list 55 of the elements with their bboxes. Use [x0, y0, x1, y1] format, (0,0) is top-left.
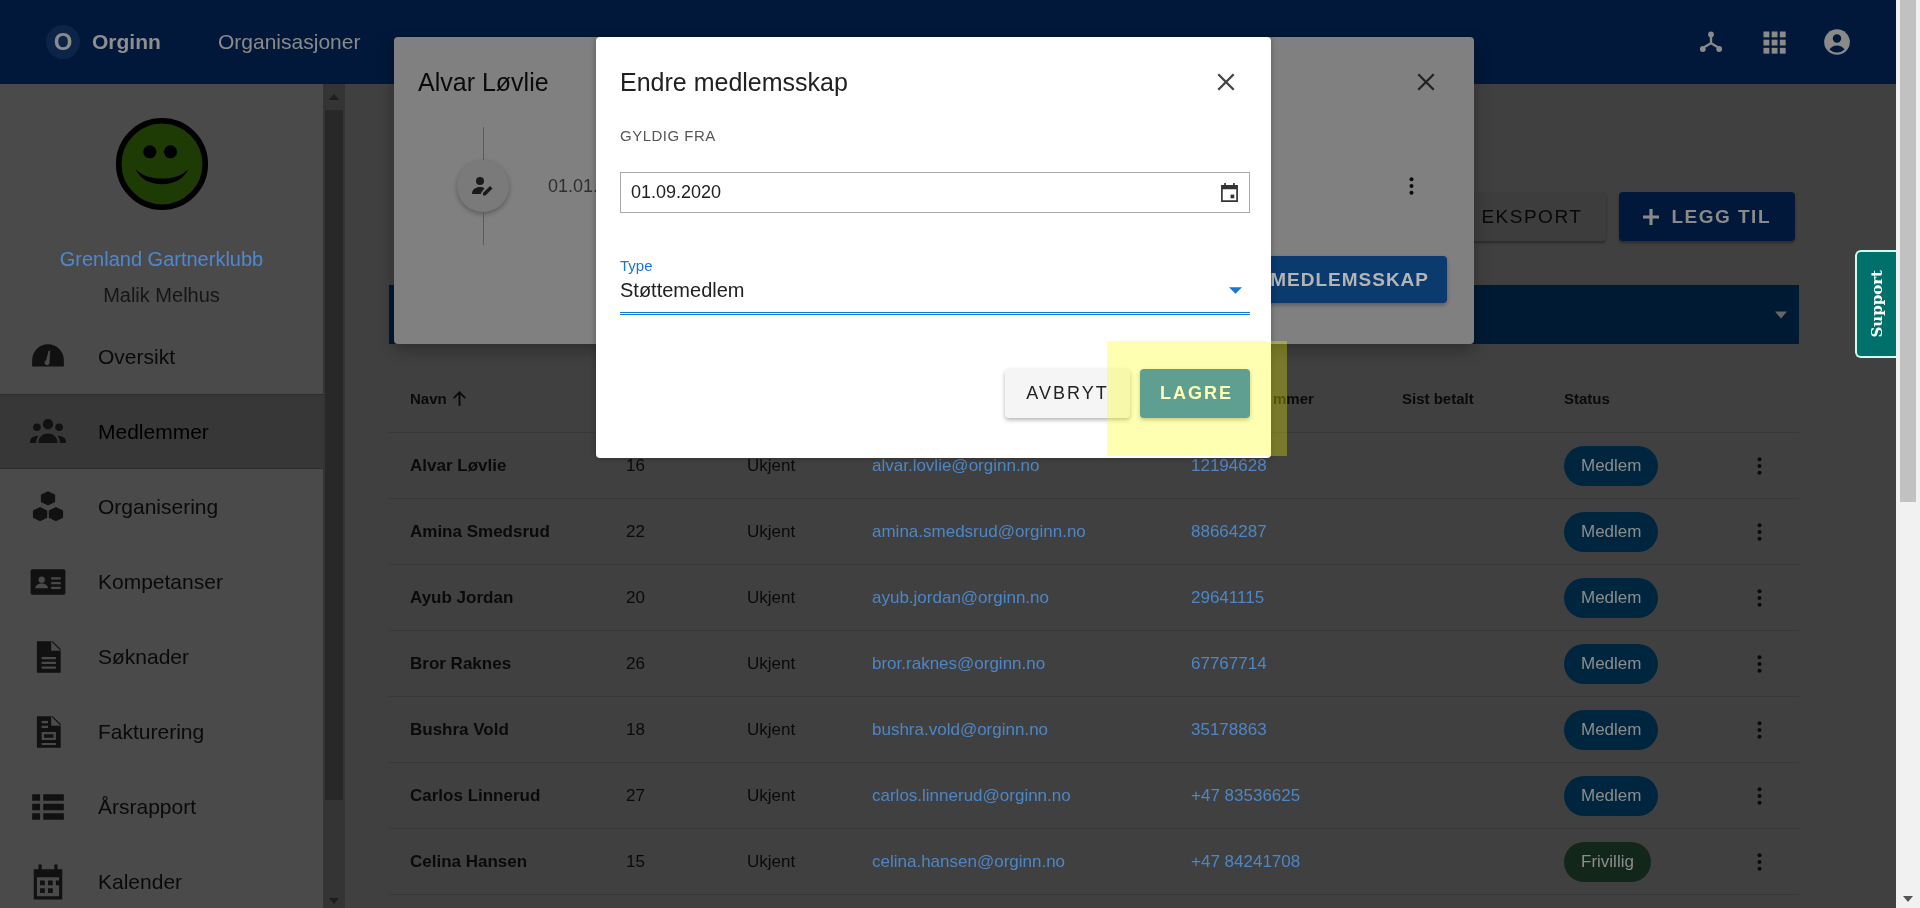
- email-link[interactable]: ayub.jordan@orginn.no: [872, 587, 1049, 608]
- sidebar-item[interactable]: Søknader: [0, 619, 323, 694]
- brand-name: Orginn: [92, 30, 161, 54]
- phone-link[interactable]: +47 83536625: [1191, 785, 1301, 806]
- phone-link[interactable]: +47 84241708: [1191, 851, 1301, 872]
- status-badge: Medlem: [1564, 709, 1659, 750]
- status-badge: Medlem: [1564, 775, 1659, 816]
- email-link[interactable]: bror.raknes@orginn.no: [872, 653, 1046, 674]
- cancel-button[interactable]: AVBRYT: [1005, 369, 1130, 418]
- status-badge: Medlem: [1564, 577, 1659, 618]
- phone-link[interactable]: 35178863: [1191, 719, 1267, 740]
- phone-link[interactable]: 88664287: [1191, 521, 1267, 542]
- sidebar-item[interactable]: Oversikt: [0, 319, 323, 394]
- plus-icon: [1643, 208, 1660, 225]
- dialog-title: Alvar Løvlie: [418, 67, 549, 97]
- type-select[interactable]: Type Støttemedlem: [620, 257, 1250, 315]
- scrollbar[interactable]: [1896, 0, 1920, 908]
- section-label: GYLDIG FRA: [620, 127, 716, 144]
- close-icon[interactable]: [1417, 73, 1435, 91]
- add-button[interactable]: LEGG TIL: [1619, 192, 1795, 241]
- calendar-icon[interactable]: [1220, 183, 1239, 202]
- status-badge: Medlem: [1564, 511, 1659, 552]
- sidebar-item[interactable]: Årsrapport: [0, 769, 323, 844]
- nav-link[interactable]: Organisasjoner: [218, 30, 361, 54]
- account-icon[interactable]: [1823, 28, 1851, 56]
- email-link[interactable]: alvar.lovlie@orginn.no: [872, 455, 1040, 476]
- organization-name[interactable]: Grenland Gartnerklubb: [59, 248, 264, 271]
- sidebar-item[interactable]: Fakturering: [0, 694, 323, 769]
- smiley-icon: [114, 117, 209, 211]
- user-edit-icon: [471, 176, 495, 196]
- sidebar-item[interactable]: Kompetanser: [0, 544, 323, 619]
- email-link[interactable]: celina.hansen@orginn.no: [872, 851, 1066, 872]
- status-badge: Frivillig: [1564, 841, 1651, 882]
- email-link[interactable]: bushra.vold@orginn.no: [872, 719, 1049, 740]
- sidebar-item[interactable]: Kalender: [0, 844, 323, 908]
- scrollbar[interactable]: [323, 84, 345, 908]
- timeline-date: 01.01.: [548, 175, 599, 197]
- phone-link[interactable]: 67767714: [1191, 653, 1267, 674]
- arrow-up-icon: [450, 390, 468, 407]
- close-icon[interactable]: [1217, 73, 1235, 91]
- support-tab[interactable]: Support: [1855, 250, 1896, 358]
- sidebar-item[interactable]: Organisering: [0, 469, 323, 544]
- email-link[interactable]: carlos.linnerud@orginn.no: [872, 785, 1071, 806]
- logo[interactable]: O: [46, 25, 80, 59]
- phone-link[interactable]: 29641115: [1191, 587, 1265, 608]
- status-badge: Medlem: [1564, 643, 1659, 684]
- dialog-title: Endre medlemsskap: [620, 67, 848, 97]
- date-field[interactable]: 01.09.2020: [620, 172, 1250, 213]
- dropdown-caret-icon: [1229, 287, 1242, 294]
- save-button[interactable]: LAGRE: [1140, 369, 1250, 418]
- dropdown-caret-icon: [1775, 311, 1787, 319]
- more-icon[interactable]: [1409, 177, 1414, 195]
- phone-link[interactable]: 12194628: [1191, 455, 1267, 476]
- status-badge: Medlem: [1564, 445, 1659, 486]
- email-link[interactable]: amina.smedsrud@orginn.no: [872, 521, 1086, 542]
